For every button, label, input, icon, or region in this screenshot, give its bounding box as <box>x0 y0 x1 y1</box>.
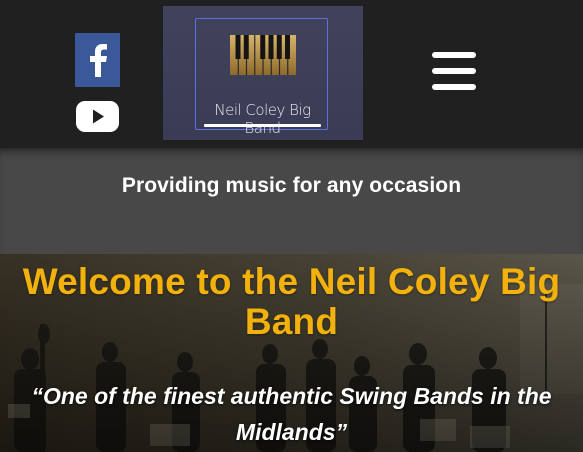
logo-frame: Neil Coley Big Band <box>195 18 328 137</box>
site-logo[interactable]: Neil Coley Big Band <box>163 6 363 140</box>
tagline: Providing music for any occasion <box>121 174 462 197</box>
hero-banner: Welcome to the Neil Coley Big Band “One … <box>0 254 583 452</box>
youtube-link[interactable] <box>75 100 120 133</box>
facebook-icon <box>89 44 107 77</box>
site-header: Neil Coley Big Band <box>0 0 583 148</box>
tagline-band: Providing music for any occasion <box>0 148 583 254</box>
logo-text: Neil Coley Big Band <box>214 101 311 137</box>
menu-bar <box>432 68 476 74</box>
hero-quote: “One of the finest authentic Swing Bands… <box>31 383 552 445</box>
logo-underline <box>204 124 321 127</box>
piano-keys-icon <box>230 35 296 75</box>
facebook-link[interactable] <box>75 33 120 87</box>
menu-bar <box>432 84 476 90</box>
menu-bar <box>432 52 476 58</box>
youtube-icon <box>76 101 119 132</box>
hero-title: Welcome to the Neil Coley Big Band <box>22 261 561 342</box>
hamburger-menu-icon[interactable] <box>432 52 476 90</box>
